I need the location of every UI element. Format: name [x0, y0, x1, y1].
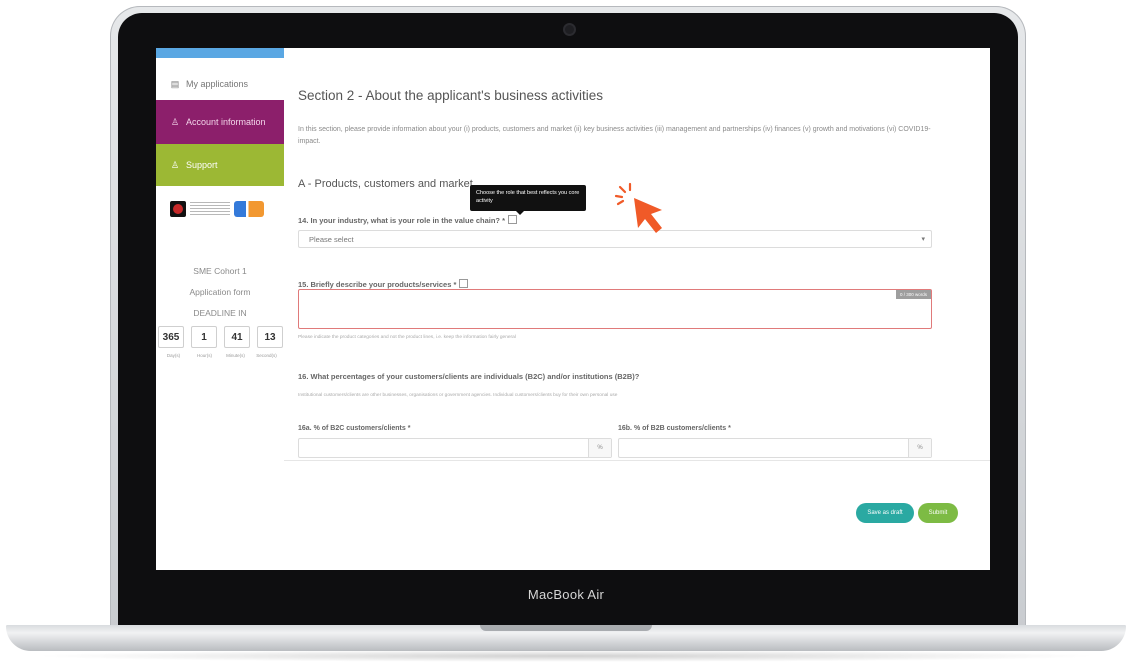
countdown-hours: 1	[191, 326, 217, 348]
countdown-days: 365	[158, 326, 184, 348]
laptop-shadow	[30, 650, 1102, 662]
question-16-label: 16. What percentages of your customers/c…	[298, 372, 640, 381]
countdown-minutes: 41	[224, 326, 250, 348]
question-15-label: 15. Briefly describe your products/servi…	[298, 279, 469, 289]
countdown-units: Day(s) Hour(s) Minute(s) Second(s)	[159, 353, 281, 358]
chevron-down-icon: ▾	[921, 236, 925, 243]
application-form-label: Application form	[189, 287, 251, 297]
section-description: In this section, please provide informat…	[298, 126, 931, 145]
screen: ▤ My applications ♙ Account information …	[156, 48, 990, 570]
partner-logos	[170, 198, 264, 220]
save-as-draft-button[interactable]: Save as draft	[856, 503, 914, 523]
sidebar-item-label: Account information	[186, 117, 266, 127]
percent-addon: %	[588, 439, 611, 457]
countdown-unit: Day(s)	[166, 353, 181, 358]
cursor-arrow-icon	[634, 198, 662, 233]
divider	[284, 460, 990, 461]
laptop-notch	[480, 625, 652, 631]
word-count-badge: 0 / 300 words	[895, 290, 931, 299]
sidebar-item-label: My applications	[186, 79, 249, 89]
user-icon: ♙	[170, 116, 180, 127]
b2c-percentage-input[interactable]: %	[298, 438, 612, 458]
percent-addon: %	[908, 439, 931, 457]
sidebar-top-bar	[156, 48, 284, 58]
question-text: 15. Briefly describe your products/servi…	[298, 280, 457, 289]
camera-icon	[565, 25, 574, 34]
question-15-hint: Please indicate the product categories a…	[298, 335, 516, 340]
b2c-percentage-label: 16a. % of B2C customers/clients *	[298, 425, 411, 432]
question-14-label: 14. In your industry, what is your role …	[298, 215, 517, 225]
value-chain-role-select[interactable]: Please select ▾	[298, 230, 932, 248]
sidebar-item-label: Support	[186, 160, 218, 170]
main-content: Section 2 - About the applicant's busine…	[284, 48, 990, 472]
select-placeholder: Please select	[309, 235, 354, 244]
deadline-label: DEADLINE IN	[193, 308, 247, 318]
sidebar: ▤ My applications ♙ Account information …	[156, 48, 284, 472]
question-text: 14. In your industry, what is your role …	[298, 216, 505, 225]
products-description-textarea[interactable]: 0 / 300 words	[298, 289, 932, 329]
cohort-label: SME Cohort 1	[193, 266, 247, 276]
sidebar-item-my-applications[interactable]: ▤ My applications	[156, 64, 284, 104]
question-16-hint: Institutional customers/clients are othe…	[298, 393, 618, 398]
sidebar-item-support[interactable]: ♙ Support	[156, 144, 284, 186]
b2b-percentage-input[interactable]: %	[618, 438, 932, 458]
countdown-unit: Minute(s)	[226, 353, 245, 358]
submit-button[interactable]: Submit	[918, 503, 958, 523]
countdown-timer: 365 1 41 13	[158, 326, 283, 348]
sidebar-item-account-information[interactable]: ♙ Account information	[156, 100, 284, 144]
countdown-unit: Second(s)	[256, 353, 277, 358]
device-brand: MacBook Air	[527, 587, 605, 602]
ministry-logo	[190, 202, 230, 216]
countdown-unit: Hour(s)	[196, 353, 212, 358]
program-logo	[234, 201, 264, 217]
coat-of-arms-logo	[170, 201, 186, 217]
countdown-seconds: 13	[257, 326, 283, 348]
user-icon: ♙	[170, 159, 180, 170]
document-icon: ▤	[170, 78, 180, 89]
tooltip: Choose the role that best reflects you c…	[470, 185, 586, 215]
page-title: Section 2 - About the applicant's busine…	[298, 88, 604, 103]
info-icon[interactable]	[459, 279, 469, 288]
subsection-heading: A - Products, customers and market	[298, 178, 473, 190]
b2b-percentage-label: 16b. % of B2B customers/clients *	[618, 425, 731, 432]
info-icon[interactable]	[508, 215, 517, 224]
